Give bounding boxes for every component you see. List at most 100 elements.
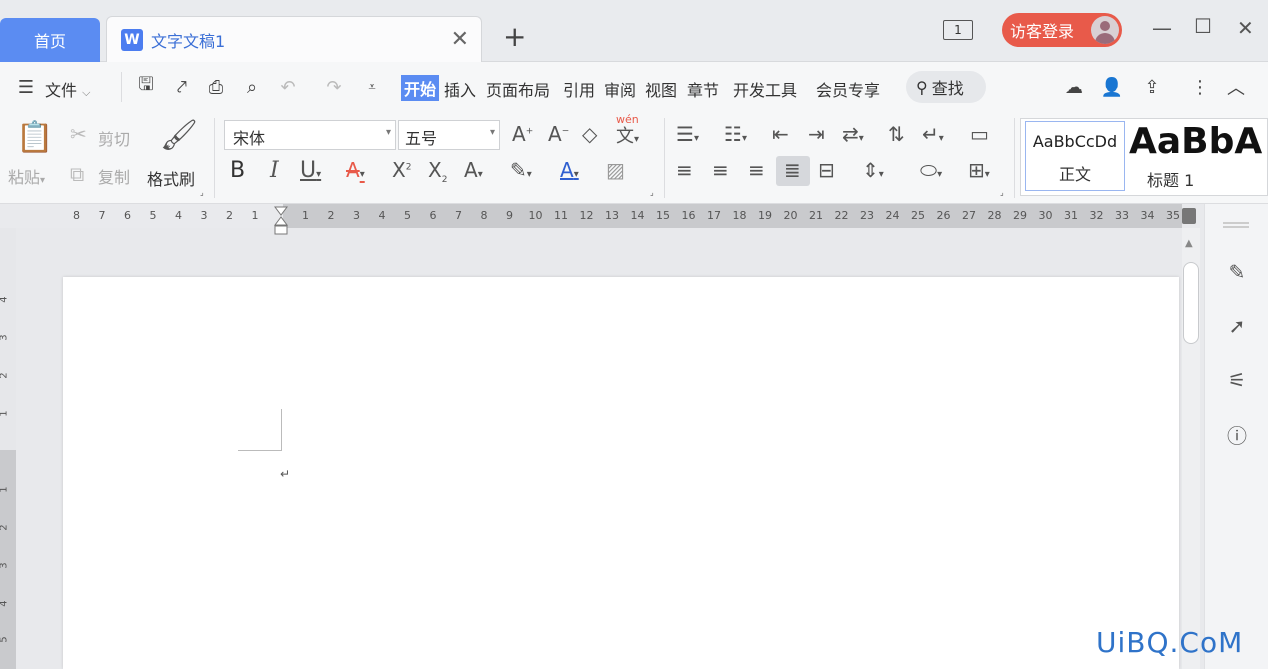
scrollbar-thumb[interactable] — [1183, 262, 1199, 344]
cut-button[interactable]: 剪切 — [98, 126, 130, 150]
show-marks-icon[interactable]: ↵▾ — [922, 122, 944, 146]
customize-toolbar-icon[interactable]: ⩡ — [360, 75, 384, 99]
align-center-icon[interactable]: ≡ — [712, 158, 729, 182]
dialog-launcher-icon[interactable]: ⌟ — [200, 188, 204, 197]
tab-chapter[interactable]: 章节 — [687, 77, 719, 101]
style-normal[interactable]: AaBbCcDd 正文 — [1025, 121, 1125, 191]
paste-button[interactable]: 粘贴▾ — [8, 164, 45, 188]
align-right-icon[interactable]: ≡ — [748, 158, 765, 182]
text-effect-icon[interactable]: A▾ — [464, 158, 483, 182]
numbered-list-icon[interactable]: ☷▾ — [724, 122, 747, 146]
paste-icon[interactable]: 📋 — [16, 120, 53, 155]
collapse-ribbon-icon[interactable]: ︿ — [1224, 75, 1248, 99]
tab-insert[interactable]: 插入 — [444, 77, 476, 101]
dialog-launcher-icon[interactable]: ⌟ — [650, 188, 654, 197]
ruler-number: 14 — [630, 209, 645, 222]
tab-start[interactable]: 开始 — [401, 75, 440, 101]
tab-member[interactable]: 会员专享 — [816, 77, 880, 101]
indent-marker-icon[interactable] — [274, 206, 288, 236]
ruler-number: 22 — [834, 209, 849, 222]
scroll-up-icon[interactable]: ▲ — [1185, 238, 1193, 249]
close-window-button[interactable]: ✕ — [1237, 16, 1254, 40]
distribute-icon[interactable]: ⊟ — [818, 158, 835, 182]
tab-references[interactable]: 引用 — [563, 77, 595, 101]
strikethrough-icon[interactable]: A▾ — [346, 158, 365, 182]
more-icon[interactable]: ⋮ — [1188, 75, 1212, 99]
line-spacing-icon[interactable]: ⇕▾ — [862, 158, 884, 182]
shading-icon[interactable]: ⬭▾ — [920, 158, 942, 182]
save-icon[interactable]: 🖫 — [134, 74, 158, 99]
tab-home[interactable]: 首页 — [0, 18, 100, 62]
document-page[interactable]: ↵ — [63, 277, 1179, 669]
vertical-ruler[interactable]: 4 3 2 1 1 2 3 4 5 — [0, 228, 16, 669]
clear-format-icon[interactable]: ◇ — [582, 122, 597, 146]
new-tab-button[interactable]: + — [503, 20, 526, 53]
cursor-select-icon[interactable]: ➚ — [1223, 312, 1251, 340]
tab-view[interactable]: 视图 — [645, 77, 677, 101]
collaborate-icon[interactable]: 👤 — [1100, 75, 1124, 99]
superscript-icon[interactable]: X2 — [392, 158, 411, 182]
pen-icon[interactable]: ✎ — [1223, 258, 1251, 286]
share-icon[interactable]: ⇪ — [1140, 75, 1164, 99]
highlight-icon[interactable]: ✎▾ — [510, 158, 532, 182]
chinese-layout-icon[interactable]: ⇄▾ — [842, 122, 864, 146]
tab-document[interactable]: W 文字文稿1 ✕ — [106, 16, 482, 63]
font-name-select[interactable]: 宋体 ▾ — [224, 120, 396, 150]
ruler-number: 9 — [506, 209, 513, 222]
decrease-font-icon[interactable]: A− — [548, 122, 569, 146]
tab-page-layout[interactable]: 页面布局 — [486, 77, 550, 101]
ruler-number: 2 — [226, 209, 233, 222]
font-color-icon[interactable]: A▾ — [560, 158, 579, 182]
format-painter-label: 格式刷 — [147, 170, 196, 189]
print-preview-icon[interactable]: ⌕ — [240, 75, 264, 99]
tab-developer[interactable]: 开发工具 — [733, 77, 797, 101]
tab-page-layout-label: 页面布局 — [486, 81, 551, 100]
vertical-scrollbar[interactable]: ▲ — [1182, 228, 1200, 669]
redo-icon[interactable]: ↷ — [322, 75, 346, 99]
font-size-select[interactable]: 五号 ▾ — [398, 120, 500, 150]
close-tab-icon[interactable]: ✕ — [451, 27, 469, 52]
side-panel: ✎ ➚ ⚟ ⓘ — [1204, 204, 1268, 669]
guest-login-button[interactable]: 访客登录 — [1002, 13, 1122, 47]
decrease-indent-icon[interactable]: ⇤ — [772, 122, 789, 146]
cloud-sync-icon[interactable]: ☁ — [1062, 75, 1086, 99]
search-button[interactable]: ⚲ 查找 — [906, 71, 986, 103]
pinyin-icon[interactable]: wén 文▾ — [616, 113, 639, 148]
maximize-button[interactable]: ☐ — [1194, 14, 1212, 38]
sort-icon[interactable]: ⇅ — [888, 122, 905, 146]
file-menu[interactable]: 文件 ⌵ — [45, 77, 90, 101]
ruler-number: 33 — [1115, 209, 1129, 222]
bold-button[interactable]: B — [230, 158, 245, 183]
settings-sliders-icon[interactable]: ⚟ — [1223, 366, 1251, 394]
undo-icon[interactable]: ↶ — [276, 75, 300, 99]
help-icon[interactable]: ⓘ — [1223, 420, 1251, 448]
minimize-button[interactable]: — — [1152, 16, 1172, 40]
dialog-launcher-icon[interactable]: ⌟ — [1000, 188, 1004, 197]
underline-button[interactable]: U▾ — [300, 158, 321, 183]
print-icon[interactable]: ⎙ — [204, 75, 228, 99]
align-left-icon[interactable]: ≡ — [676, 158, 693, 182]
copy-icon: ⧉ — [70, 162, 85, 186]
window-count-button[interactable]: 1 — [943, 20, 973, 40]
margin-corner-mark — [238, 409, 282, 451]
borders-icon[interactable]: ⊞▾ — [968, 158, 990, 182]
menu-icon[interactable]: ☰ — [14, 75, 38, 99]
italic-button[interactable]: I — [270, 158, 279, 183]
export-icon[interactable]: ⤤ — [170, 75, 194, 99]
panel-handle[interactable] — [1223, 222, 1249, 224]
format-painter-icon: 🖌 — [160, 118, 199, 153]
copy-button[interactable]: 复制 — [98, 164, 130, 188]
style-heading-1[interactable]: AaBbA 标题 1 — [1129, 121, 1268, 191]
char-shading-icon[interactable]: ▨ — [606, 158, 625, 182]
bullet-list-icon[interactable]: ☰▾ — [676, 122, 699, 146]
window-count: 1 — [954, 23, 962, 37]
format-painter-button[interactable]: 格式刷 — [147, 166, 195, 190]
ruler-toggle-button[interactable] — [1182, 208, 1196, 224]
subscript-icon[interactable]: X2 — [428, 158, 447, 185]
table-tabs-icon[interactable]: ▭ — [970, 122, 989, 146]
tab-review[interactable]: 审阅 — [604, 77, 636, 101]
ruler-number: 19 — [758, 209, 772, 222]
increase-font-icon[interactable]: A+ — [512, 122, 533, 146]
horizontal-ruler[interactable]: 8 7 6 5 4 3 2 1 1 2 3 4 5 6 7 8 9 10 11 12 13 14 15 16 17 18 19 20 2… — [0, 204, 1182, 235]
increase-indent-icon[interactable]: ⇥ — [808, 122, 825, 146]
